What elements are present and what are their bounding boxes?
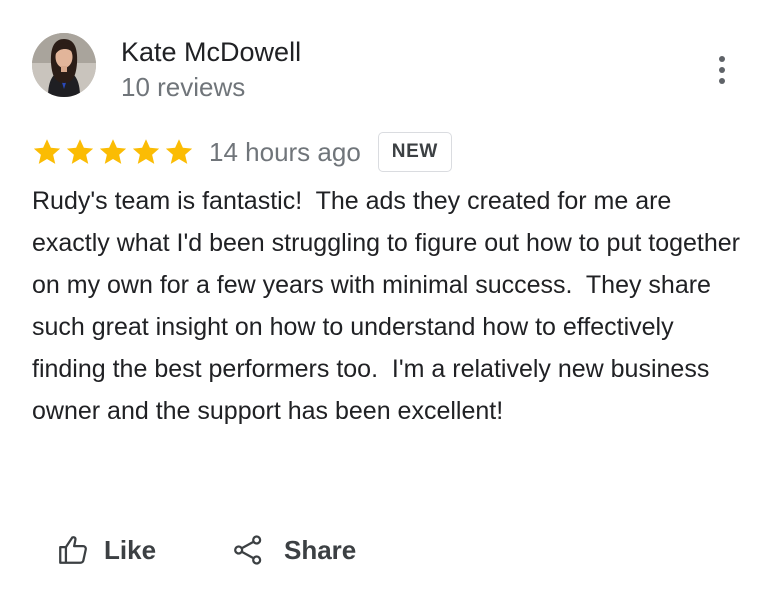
- review-time: 14 hours ago: [209, 136, 361, 167]
- star-rating: [32, 137, 194, 167]
- review-card: Kate McDowell 10 reviews 14 hours ago NE…: [0, 0, 772, 606]
- more-vert-icon-dot: [719, 78, 725, 84]
- more-vert-icon: [719, 56, 725, 62]
- more-vert-icon-dot: [719, 67, 725, 73]
- share-button[interactable]: Share: [232, 526, 356, 574]
- like-button[interactable]: Like: [56, 526, 156, 574]
- star-icon: [131, 137, 161, 167]
- star-icon: [164, 137, 194, 167]
- star-icon: [98, 137, 128, 167]
- star-icon: [65, 137, 95, 167]
- new-badge: NEW: [377, 132, 452, 172]
- share-label: Share: [284, 534, 357, 565]
- thumb-up-icon: [59, 536, 87, 564]
- review-text: Rudy's team is fantastic! The ads they c…: [32, 187, 747, 425]
- more-options-button[interactable]: [706, 52, 738, 88]
- rating-row: 14 hours ago NEW: [32, 131, 452, 173]
- share-icon: [234, 535, 262, 565]
- reviewer-review-count[interactable]: 10 reviews: [121, 71, 245, 103]
- reviewer-name[interactable]: Kate McDowell: [121, 36, 301, 68]
- star-icon: [32, 137, 62, 167]
- reviewer-avatar[interactable]: [32, 33, 96, 97]
- like-label: Like: [104, 534, 157, 565]
- person-photo-avatar: [32, 33, 96, 97]
